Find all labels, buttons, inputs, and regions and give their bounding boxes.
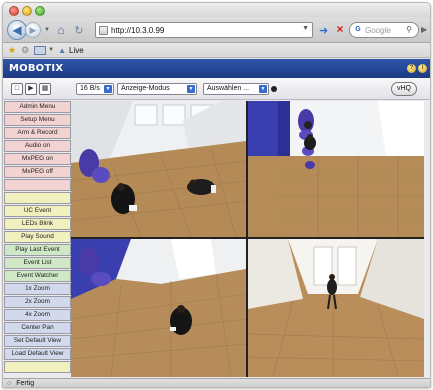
search-placeholder[interactable]: Google (365, 26, 391, 35)
camera-view-1[interactable] (71, 101, 246, 237)
choose-value: Auswählen ... (207, 85, 250, 92)
reload-button[interactable]: ↻ (71, 22, 87, 38)
bookmarks-bar: ★ ⚙ ▼ ▲ Live (3, 43, 430, 58)
brand-logo: MOBOTIX (9, 63, 64, 74)
menu-button-admin-menu[interactable]: Admin Menu (4, 101, 71, 113)
menu-button-1x-zoom[interactable]: 1x Zoom (4, 283, 71, 295)
history-dropdown-icon[interactable]: ▼ (43, 26, 51, 34)
site-favicon-icon (99, 25, 108, 35)
menu-button-setup-menu[interactable]: Setup Menu (4, 114, 71, 126)
minimize-window-button[interactable] (22, 6, 32, 16)
tab-overview-dropdown-icon[interactable]: ▼ (48, 47, 54, 53)
search-icon[interactable]: ⚲ (406, 25, 412, 34)
camera-view-4[interactable] (248, 239, 424, 377)
app-header: MOBOTIX ? i (3, 59, 430, 78)
menu-button-blank-20[interactable] (4, 361, 71, 373)
menu-button-blank-6[interactable] (4, 179, 71, 191)
vhq-button[interactable]: vHQ (391, 82, 417, 96)
bookmark-manage-icon[interactable]: ⚙ (21, 45, 29, 56)
address-text[interactable]: http://10.3.0.99 (111, 26, 164, 35)
status-zoom-icon: ○ (7, 380, 12, 387)
more-tools-icon[interactable]: ▶ (421, 25, 427, 34)
menu-button-play-sound[interactable]: Play Sound (4, 231, 71, 243)
menu-button-play-last-event[interactable]: Play Last Event (4, 244, 71, 256)
control-bar: □ ▶ ▦ 16 B/s ▼ Anzeige-Modus ▼ Auswählen… (3, 78, 430, 100)
bookmark-star-icon[interactable]: ★ (8, 45, 16, 56)
choose-select[interactable]: Auswählen ... ▼ (203, 83, 269, 95)
record-indicator-icon[interactable] (271, 86, 277, 92)
single-view-icon[interactable]: □ (11, 83, 23, 95)
info-icon[interactable]: i (418, 64, 427, 73)
close-window-button[interactable] (9, 6, 19, 16)
chevron-down-icon: ▼ (104, 85, 112, 93)
status-text: Fertig (16, 380, 35, 387)
menu-button-set-default-view[interactable]: Set Default View (4, 335, 71, 347)
address-bar[interactable]: http://10.3.0.99 ▼ (95, 22, 313, 38)
menu-button-mxpeg-on[interactable]: MxPEG on (4, 153, 71, 165)
menu-button-arm-record[interactable]: Arm & Record (4, 127, 71, 139)
chevron-down-icon: ▼ (187, 85, 195, 93)
status-bar: ○ Fertig (3, 378, 430, 387)
tab-favicon-icon: ▲ (58, 45, 67, 55)
back-button[interactable]: ◀ (7, 20, 27, 40)
reload-icon: ↻ (74, 24, 84, 37)
menu-button-event-list[interactable]: Event List (4, 257, 71, 269)
camera-view-2[interactable] (248, 101, 424, 237)
menu-button-2x-zoom[interactable]: 2x Zoom (4, 296, 71, 308)
side-menu: Admin Menu Setup Menu Arm & Record Audio on… (4, 101, 71, 378)
tab-overview-icon[interactable] (34, 45, 47, 55)
stop-icon[interactable]: × (333, 22, 347, 36)
frame-rate-value: 16 B/s (80, 85, 100, 92)
menu-button-leds-blink[interactable]: LEDs Blink (4, 218, 71, 230)
menu-button-load-default-view[interactable]: Load Default View (4, 348, 71, 360)
mobotix-app: MOBOTIX ? i □ ▶ ▦ 16 B/s ▼ Anzeige-Modus… (3, 59, 430, 378)
menu-button-4x-zoom[interactable]: 4x Zoom (4, 309, 71, 321)
forward-arrow-icon: ▶ (29, 24, 37, 35)
back-arrow-icon: ◀ (12, 23, 22, 37)
address-dropdown-icon[interactable]: ▼ (302, 25, 309, 32)
camera-view-3[interactable] (71, 239, 246, 377)
menu-button-center-pan[interactable]: Center Pan (4, 322, 71, 334)
menu-button-event-watcher[interactable]: Event Watcher (4, 270, 71, 282)
display-mode-value: Anzeige-Modus (121, 85, 170, 92)
zoom-window-button[interactable] (35, 6, 45, 16)
home-icon: ⌂ (57, 23, 65, 37)
camera-grid (71, 101, 424, 377)
frame-rate-select[interactable]: 16 B/s ▼ (76, 83, 114, 95)
menu-button-blank-7[interactable] (4, 192, 71, 204)
tab-label[interactable]: Live (69, 46, 84, 55)
forward-button[interactable]: ▶ (25, 22, 41, 38)
menu-button-uc-event[interactable]: UC Event (4, 205, 71, 217)
menu-button-mxpeg-off[interactable]: MxPEG off (4, 166, 71, 178)
search-field[interactable]: G Google ⚲ (349, 22, 419, 38)
browser-window: ◀ ▶ ▼ ⌂ ↻ http://10.3.0.99 ▼ ➜ × G Googl… (2, 2, 431, 388)
display-mode-select[interactable]: Anzeige-Modus ▼ (117, 83, 197, 95)
play-icon[interactable]: ▶ (25, 83, 37, 95)
menu-button-audio-on[interactable]: Audio on (4, 140, 71, 152)
navigation-toolbar: ◀ ▶ ▼ ⌂ ↻ http://10.3.0.99 ▼ ➜ × G Googl… (3, 17, 430, 43)
help-icon[interactable]: ? (407, 64, 416, 73)
chevron-down-icon: ▼ (259, 85, 267, 93)
home-button[interactable]: ⌂ (53, 22, 69, 38)
go-arrow-icon[interactable]: ➜ (319, 24, 328, 37)
google-icon: G (355, 26, 361, 33)
quad-view-icon[interactable]: ▦ (39, 83, 51, 95)
